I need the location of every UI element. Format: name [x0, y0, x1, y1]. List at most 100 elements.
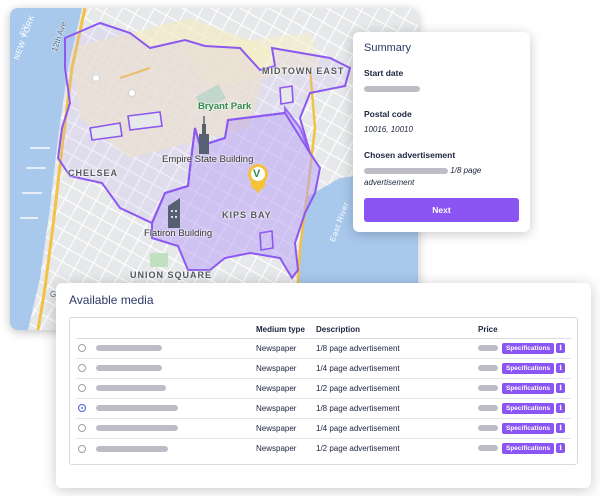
row-medium-type: Newspaper	[254, 358, 314, 379]
redacted-start-date	[364, 85, 420, 92]
specifications-button[interactable]: Specifications	[502, 402, 555, 414]
redacted-price	[478, 425, 498, 431]
info-icon[interactable]: i	[556, 363, 566, 373]
row-name-cell	[94, 418, 254, 439]
row-select-cell	[76, 378, 94, 399]
info-icon[interactable]: i	[556, 343, 566, 353]
info-icon[interactable]: i	[556, 383, 566, 393]
redacted-media-name	[96, 385, 166, 392]
row-name-cell	[94, 398, 254, 419]
redacted-price	[478, 345, 498, 351]
redacted-media-name	[96, 345, 162, 352]
specifications-button[interactable]: Specifications	[502, 442, 555, 454]
row-price-cell: Specifications i	[476, 418, 571, 439]
row-radio[interactable]	[78, 344, 86, 353]
row-medium-type: Newspaper	[254, 398, 314, 419]
map-dot	[128, 89, 136, 97]
row-select-cell	[76, 358, 94, 379]
marker-letter: V	[253, 168, 261, 180]
row-description: 1/8 page advertisement	[314, 398, 476, 419]
row-medium-type: Newspaper	[254, 338, 314, 359]
header-description: Description	[314, 322, 476, 339]
map-label-bryant-park: Bryant Park	[198, 101, 252, 112]
summary-title: Summary	[364, 42, 412, 54]
redacted-ad-name	[364, 167, 448, 174]
redacted-price	[478, 405, 498, 411]
specifications-button[interactable]: Specifications	[502, 342, 555, 354]
row-select-cell	[76, 338, 94, 359]
table-row[interactable]: Newspaper 1/2 page advertisement Specifica…	[76, 438, 571, 458]
row-description: 1/4 page advertisement	[314, 358, 476, 379]
row-price-cell: Specifications i	[476, 338, 571, 359]
chosen-ad-size: 1/8 page	[450, 166, 482, 175]
info-icon[interactable]: i	[556, 403, 566, 413]
row-radio[interactable]	[78, 364, 86, 373]
header-medium-type: Medium type	[254, 322, 314, 339]
row-select-cell	[76, 418, 94, 439]
row-select-cell	[76, 398, 94, 419]
row-price-cell: Specifications i	[476, 438, 571, 458]
info-icon[interactable]: i	[556, 443, 566, 454]
media-table-container: Medium type Description Price Newspaper 1…	[69, 317, 578, 465]
table-row[interactable]: Newspaper 1/8 page advertisement Specifica…	[76, 398, 571, 419]
redacted-media-name	[96, 445, 168, 452]
map-label-chelsea: CHELSEA	[68, 168, 119, 178]
row-radio[interactable]	[78, 424, 86, 433]
next-button[interactable]: Next	[364, 198, 519, 222]
table-row[interactable]: Newspaper 1/4 page advertisement Specifica…	[76, 418, 571, 439]
row-select-cell	[76, 438, 94, 458]
row-price-cell: Specifications i	[476, 378, 571, 399]
row-description: 1/4 page advertisement	[314, 418, 476, 439]
row-medium-type: Newspaper	[256, 443, 297, 453]
available-media-panel: Available media Medium type Description …	[56, 283, 591, 488]
redacted-media-name	[96, 405, 178, 412]
specifications-button[interactable]: Specifications	[502, 422, 555, 434]
media-title: Available media	[69, 293, 154, 307]
row-radio[interactable]	[78, 444, 86, 453]
row-price-cell: Specifications i	[476, 398, 571, 419]
start-date-value	[364, 83, 519, 95]
map-label-midtown-east: MIDTOWN EAST	[262, 66, 345, 76]
info-icon[interactable]: i	[556, 423, 566, 433]
row-description: 1/2 page advertisement	[314, 378, 476, 399]
header-name	[94, 322, 254, 339]
specifications-button[interactable]: Specifications	[502, 382, 555, 394]
table-row[interactable]: Newspaper 1/8 page advertisement Specifica…	[76, 338, 571, 359]
row-radio[interactable]	[78, 404, 86, 413]
chosen-ad-type: advertisement	[364, 178, 415, 187]
row-description: 1/2 page advertisement	[316, 443, 400, 453]
row-medium-type: Newspaper	[254, 418, 314, 439]
row-name-cell	[94, 378, 254, 399]
media-table: Medium type Description Price Newspaper 1…	[76, 322, 571, 458]
table-header-row: Medium type Description Price	[76, 322, 571, 339]
header-price: Price	[476, 322, 571, 339]
redacted-price	[478, 365, 498, 371]
row-medium-type: Newspaper	[254, 378, 314, 399]
row-description: 1/8 page advertisement	[314, 338, 476, 359]
region-hole	[279, 85, 294, 105]
redacted-price	[478, 445, 498, 452]
map-label-empire-state: Empire State Building	[162, 154, 254, 165]
row-price-cell: Specifications i	[476, 358, 571, 379]
specifications-button[interactable]: Specifications	[502, 362, 555, 374]
map-label-kips-bay: KIPS BAY	[222, 210, 272, 220]
start-date-label: Start date	[364, 68, 404, 78]
table-row[interactable]: Newspaper 1/2 page advertisement Specifica…	[76, 378, 571, 399]
map-label-union-square: UNION SQUARE	[130, 270, 213, 280]
redacted-media-name	[96, 425, 178, 432]
row-radio[interactable]	[78, 384, 86, 393]
summary-panel: Summary Start date Postal code 10016, 10…	[353, 32, 530, 232]
redacted-price	[478, 385, 498, 391]
chosen-ad-value: 1/8 page advertisement	[364, 165, 519, 189]
park-area	[150, 253, 168, 267]
row-name-cell	[94, 338, 254, 359]
map-label-flatiron: Flatiron Building	[144, 228, 213, 239]
table-row[interactable]: Newspaper 1/4 page advertisement Specifica…	[76, 358, 571, 379]
media-rows: Newspaper 1/8 page advertisement Specifica…	[76, 338, 571, 458]
chosen-ad-label: Chosen advertisement	[364, 150, 456, 160]
header-select	[76, 322, 94, 339]
postal-code-label: Postal code	[364, 109, 412, 119]
redacted-media-name	[96, 365, 162, 372]
region-hole	[127, 111, 163, 131]
row-name-cell	[94, 358, 254, 379]
